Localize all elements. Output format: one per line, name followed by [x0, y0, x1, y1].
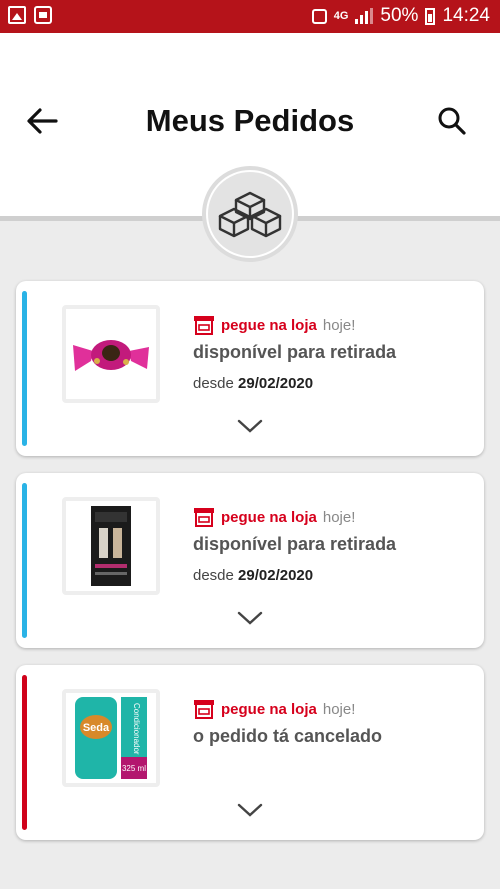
bottle-label: Condicionador [132, 703, 141, 755]
product-thumbnail [62, 497, 160, 595]
orders-badge [202, 166, 298, 262]
product-thumbnail [62, 305, 160, 403]
pickup-label: pegue na loja [221, 316, 317, 334]
order-since: desde 29/02/2020 [193, 375, 314, 392]
order-status: disponível para retirada [193, 342, 397, 362]
expand-button[interactable] [237, 801, 263, 819]
chevron-down-icon [237, 611, 263, 625]
order-card[interactable]: Seda Condicionador 325 ml pegue na loja … [16, 665, 484, 840]
store-icon [194, 508, 214, 527]
order-status: o pedido tá cancelado [193, 726, 383, 746]
battery-icon [425, 7, 436, 25]
pickup-label: pegue na loja [221, 700, 317, 718]
status-bar: 4G 50% 14:24 [0, 0, 500, 33]
alarm-icon [311, 8, 327, 24]
order-since: desde 29/02/2020 [193, 567, 314, 584]
pickup-label: pegue na loja [221, 508, 317, 526]
pickup-when: hoje! [322, 508, 356, 526]
bottle-volume: 325 ml [122, 764, 146, 773]
order-status: disponível para retirada [193, 534, 397, 554]
signal-icon [355, 8, 374, 24]
page-title: Meus Pedidos [145, 103, 355, 138]
shampoo-box-icon [91, 506, 131, 586]
boxes-icon [218, 191, 282, 238]
pickup-when: hoje! [322, 700, 356, 718]
order-card[interactable]: pegue na loja hoje! disponível para reti… [16, 281, 484, 456]
candy-icon [73, 340, 149, 371]
image-notification-icon [8, 6, 26, 24]
chevron-down-icon [237, 419, 263, 433]
product-thumbnail: Seda Condicionador 325 ml [62, 689, 160, 787]
order-date: 29/02/2020 [238, 567, 314, 584]
status-stripe-available [22, 291, 27, 446]
order-card[interactable]: pegue na loja hoje! disponível para reti… [16, 473, 484, 648]
status-stripe-cancelled [22, 675, 27, 830]
store-icon [194, 700, 214, 719]
battery-percent: 50% [380, 5, 419, 26]
store-notification-icon [34, 6, 52, 24]
expand-button[interactable] [237, 609, 263, 627]
search-icon [438, 107, 466, 135]
pickup-when: hoje! [322, 316, 356, 334]
order-date: 29/02/2020 [238, 375, 314, 392]
conditioner-bottle-icon: Seda Condicionador 325 ml [75, 697, 147, 779]
network-type: 4G [333, 9, 349, 22]
status-stripe-available [22, 483, 27, 638]
chevron-down-icon [237, 803, 263, 817]
bottle-brand: Seda [83, 722, 110, 734]
clock: 14:24 [442, 5, 490, 26]
search-button[interactable] [434, 103, 470, 139]
store-icon [194, 316, 214, 335]
expand-button[interactable] [237, 417, 263, 435]
